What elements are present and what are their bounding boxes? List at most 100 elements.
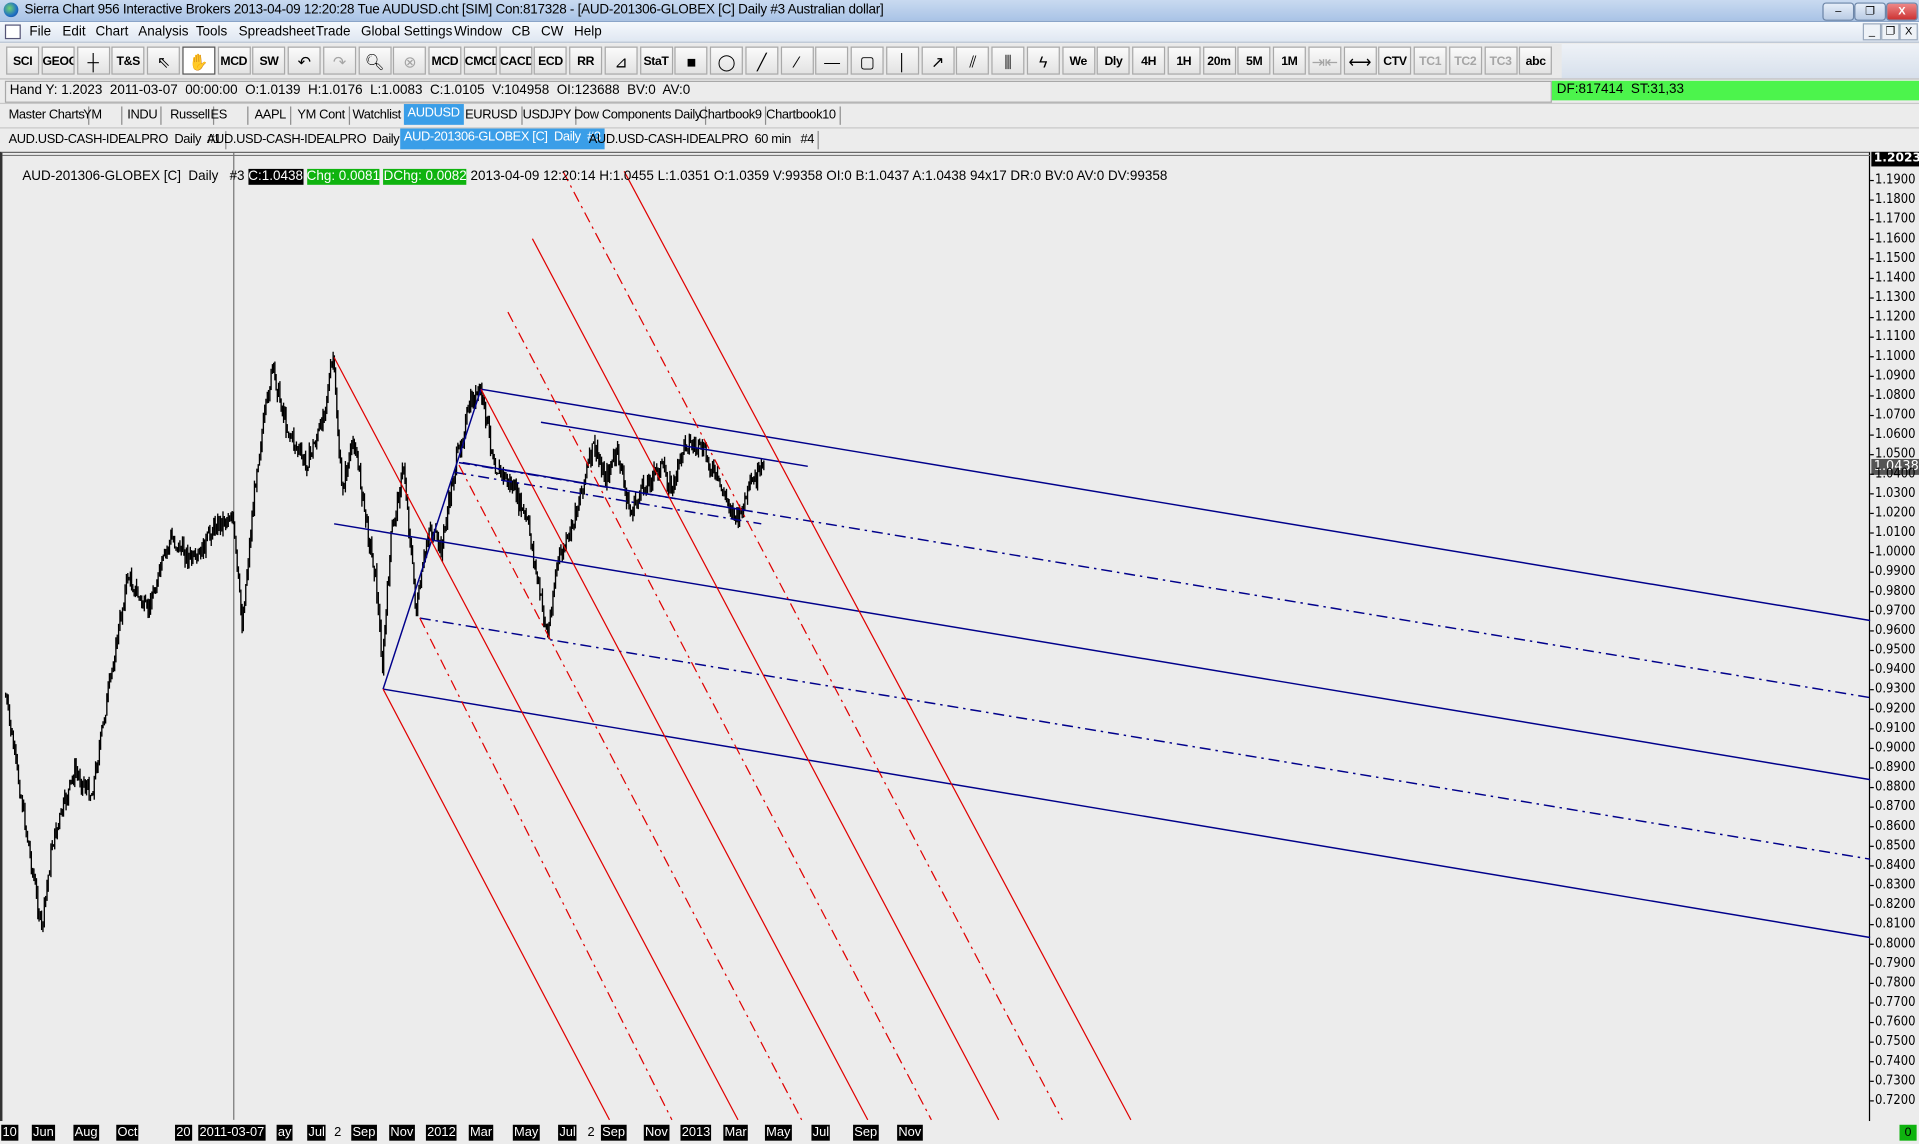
stop-square-button[interactable]: ■ <box>674 46 708 75</box>
pitchfork-warning-line[interactable] <box>419 617 1871 860</box>
price-tick-mark <box>1870 669 1874 671</box>
toolbar-button-dly[interactable]: Dly <box>1096 46 1130 75</box>
price-tick-mark <box>1870 219 1874 221</box>
zoom-reset-icon: ⊗ <box>403 52 417 71</box>
price-tick-mark <box>1870 806 1874 808</box>
toolbar-button-4h[interactable]: 4H <box>1132 46 1166 75</box>
price-tick-mark <box>1870 414 1874 417</box>
ray-button[interactable]: ⁄ <box>780 46 814 75</box>
price-tick-mark <box>1870 512 1874 515</box>
price-tick-mark <box>1870 1021 1874 1024</box>
price-tick-label: 0.9600 <box>1875 621 1916 638</box>
pitchfork-median-line[interactable] <box>334 523 1871 781</box>
toolbar-button-cmcd[interactable]: CMCD <box>463 46 497 75</box>
red-fork-line[interactable] <box>623 171 1132 1121</box>
price-tick-label: 0.8100 <box>1875 915 1916 932</box>
time-tick-label: Aug <box>73 1124 99 1141</box>
zoom-reset-button[interactable]: ⊗ <box>393 46 427 75</box>
toolbar-button-1h[interactable]: 1H <box>1167 46 1201 75</box>
price-tick-label: 1.1200 <box>1875 308 1916 325</box>
toolbar-button-abc[interactable]: abc <box>1519 46 1553 75</box>
time-tick-label: Jun <box>31 1124 55 1141</box>
red-fork-warning-line[interactable] <box>507 311 932 1121</box>
price-tick-label: 0.9700 <box>1875 602 1916 619</box>
toolbar-button-mcd[interactable]: MCD <box>428 46 462 75</box>
redo-icon: ↷ <box>332 52 346 71</box>
zoom-in-button[interactable]: 🔍︎ <box>357 46 392 75</box>
ellipse-button[interactable]: ◯ <box>709 46 743 75</box>
time-tick-label: 2 <box>334 1124 342 1140</box>
vertical-line-icon: │ <box>897 52 908 71</box>
price-tick-mark <box>1870 963 1874 965</box>
toolbar-button-we[interactable]: We <box>1061 46 1095 75</box>
time-tick-label: 2011-03-07 <box>198 1124 266 1141</box>
price-tick-mark <box>1870 1041 1874 1043</box>
toolbar-button-t-s[interactable]: T&S <box>111 46 145 75</box>
price-tick-label: 1.0000 <box>1875 543 1916 560</box>
line-icon: ╱ <box>756 52 767 71</box>
calculator-ruler-button[interactable]: ⊿ <box>604 46 638 75</box>
pointer-icon: ⇖ <box>156 52 170 71</box>
price-tick-mark <box>1870 434 1874 436</box>
pitchfork-handle[interactable] <box>382 388 482 690</box>
bottom-right-indicator: 0 <box>1899 1124 1917 1141</box>
arrow-button[interactable]: ↗ <box>920 46 955 75</box>
price-tick-label: 0.7400 <box>1875 1052 1916 1069</box>
price-tick-label: 0.9400 <box>1875 660 1916 677</box>
price-tick-mark <box>1870 747 1874 750</box>
hand-pan-button[interactable]: ✋ <box>182 46 216 75</box>
toolbar-button-tc3[interactable]: TC3 <box>1483 46 1518 75</box>
time-tick-label: Oct <box>116 1124 139 1141</box>
toolbar-button-1m[interactable]: 1M <box>1272 46 1306 75</box>
channel-line[interactable] <box>540 421 808 468</box>
toolbar-button-ctv[interactable]: CTV <box>1378 46 1412 75</box>
toolbar-button-5m[interactable]: 5M <box>1237 46 1271 75</box>
time-tick-label: May <box>764 1124 792 1141</box>
horizontal-line-button[interactable]: — <box>815 46 849 75</box>
compress-button[interactable]: ⇥⇤ <box>1308 46 1342 75</box>
toolbar-button-20m[interactable]: 20m <box>1202 46 1236 75</box>
toolbar-button-mcd[interactable]: MCD <box>217 46 251 75</box>
toolbar-button-rr[interactable]: RR <box>569 46 603 75</box>
pitchfork-button[interactable]: ϟ <box>1026 46 1060 75</box>
price-tick-mark <box>1870 610 1874 612</box>
redo-button[interactable]: ↷ <box>322 46 356 75</box>
pointer-button[interactable]: ⇖ <box>146 46 180 75</box>
toolbar-button-sci[interactable]: SCI <box>6 46 40 75</box>
crosshair-button[interactable]: ┼ <box>76 46 110 75</box>
price-tick-mark <box>1870 316 1874 319</box>
price-tick-label: 1.1600 <box>1875 230 1916 247</box>
red-fork-warning-line[interactable] <box>458 464 803 1121</box>
toolbar-button-tc1[interactable]: TC1 <box>1413 46 1447 75</box>
vertical-line-button[interactable]: │ <box>885 46 919 75</box>
pitchfork-lower-tine[interactable] <box>382 688 1871 939</box>
red-fork-line[interactable] <box>531 238 1000 1121</box>
fib-extension-button[interactable]: ⫼ <box>991 46 1025 75</box>
price-tick-label: 1.0600 <box>1875 425 1916 442</box>
fib-retracement-button[interactable]: ⫽ <box>956 46 990 75</box>
price-tick-mark <box>1870 728 1874 730</box>
toolbar-button-stat[interactable]: StaT <box>639 46 673 75</box>
compress-icon: ⇥⇤ <box>1311 52 1338 71</box>
price-tick-mark <box>1870 179 1874 182</box>
undo-button[interactable]: ↶ <box>287 46 321 75</box>
rectangle-button[interactable]: ▢ <box>850 46 884 75</box>
pitchfork-upper-tine[interactable] <box>480 388 1871 622</box>
ellipse-icon: ◯ <box>717 52 736 71</box>
toolbar-button-geoc[interactable]: GEOC <box>41 46 75 75</box>
red-fork-line[interactable] <box>382 688 611 1121</box>
price-tick-label: 1.1400 <box>1875 269 1916 286</box>
price-tick-label: 1.0900 <box>1875 367 1916 384</box>
line-button[interactable]: ╱ <box>745 46 779 75</box>
toolbar-button-tc2[interactable]: TC2 <box>1448 46 1482 75</box>
time-tick-label: Nov <box>643 1124 670 1141</box>
price-tick-label: 0.8000 <box>1875 935 1916 951</box>
red-fork-warning-line[interactable] <box>562 171 1063 1121</box>
expand-button[interactable]: ⟷ <box>1343 46 1377 75</box>
price-tick-mark <box>1870 826 1874 828</box>
toolbar-button-cacd[interactable]: CACD <box>498 46 532 75</box>
red-fork-warning-line[interactable] <box>419 617 673 1121</box>
arrow-icon: ↗ <box>931 52 944 71</box>
toolbar-button-sw[interactable]: SW <box>252 46 286 75</box>
toolbar-button-ecd[interactable]: ECD <box>533 46 567 75</box>
